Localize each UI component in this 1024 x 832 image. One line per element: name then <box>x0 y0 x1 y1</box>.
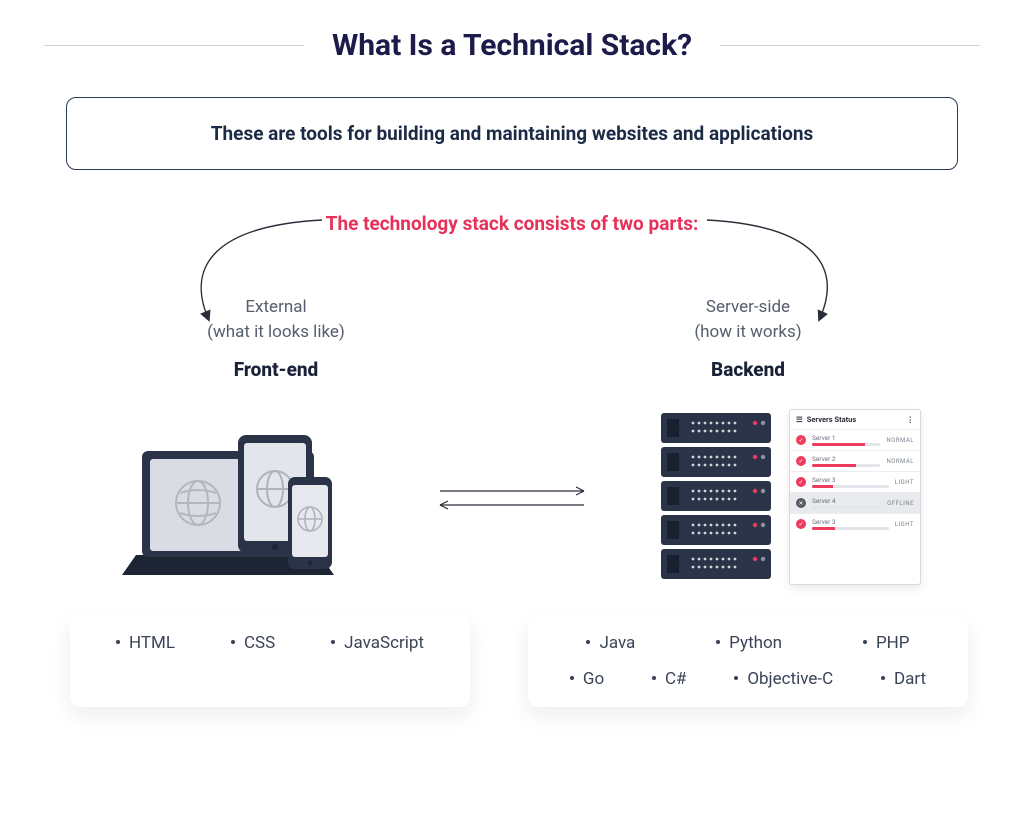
check-icon: ✓ <box>796 456 806 466</box>
server-status-row: ✓ Server 2 NORMAL <box>790 450 920 471</box>
server-rack-icon <box>657 409 775 585</box>
server-status-card: ☰ Servers Status ⋮ ✓ Server 1 NORMAL ✓ Serve… <box>789 409 921 585</box>
check-icon: ✓ <box>796 435 806 445</box>
page-title: What Is a Technical Stack? <box>332 28 692 63</box>
frontend-tech-item: HTML <box>116 633 175 653</box>
server-state: OFFLINE <box>887 500 914 507</box>
list-icon: ☰ <box>796 415 803 424</box>
server-name: Server 4 <box>812 497 881 505</box>
server-state: LIGHT <box>895 521 914 528</box>
backend-column: Server-side (how it works) Backend <box>532 295 964 381</box>
frontend-lede: External (what it looks like) <box>60 295 492 344</box>
server-state: LIGHT <box>895 479 914 486</box>
more-icon: ⋮ <box>907 415 915 424</box>
backend-tech-item: Python <box>716 633 782 653</box>
backend-illustration: ☰ Servers Status ⋮ ✓ Server 1 NORMAL ✓ Serve… <box>594 409 984 585</box>
server-name: Server 2 <box>812 455 880 463</box>
server-name: Server 1 <box>812 434 880 442</box>
server-name: Server 3 <box>812 476 889 484</box>
subhead: The technology stack consists of two par… <box>0 212 1024 235</box>
backend-lede: Server-side (how it works) <box>532 295 964 344</box>
backend-tech-panel: Java Python PHP Go C# Objective-C Dart <box>528 615 968 707</box>
frontend-tech-item: CSS <box>231 633 275 653</box>
server-status-title: Servers Status <box>807 415 857 424</box>
backend-tech-item: Go <box>570 669 604 689</box>
server-status-row: ✕ Server 4 OFFLINE <box>790 492 920 513</box>
definition-box: These are tools for building and maintai… <box>66 97 958 170</box>
title-rule-right <box>720 45 980 46</box>
backend-tech-item: C# <box>652 669 687 689</box>
server-name: Server 3 <box>812 518 889 526</box>
check-icon: ✓ <box>796 519 806 529</box>
frontend-tech-item: JavaScript <box>331 633 424 653</box>
backend-tech-item: Objective-C <box>734 669 833 689</box>
backend-title: Backend <box>532 358 964 381</box>
frontend-title: Front-end <box>60 358 492 381</box>
bidirectional-arrow-icon <box>432 477 592 517</box>
frontend-tech-panel: HTML CSS JavaScript <box>70 615 470 707</box>
server-status-row: ✓ Server 3 LIGHT <box>790 513 920 534</box>
backend-tech-item: Java <box>586 633 635 653</box>
devices-icon <box>120 407 350 587</box>
backend-tech-item: PHP <box>863 633 910 653</box>
server-state: NORMAL <box>886 437 914 444</box>
server-state: NORMAL <box>886 458 914 465</box>
backend-tech-item: Dart <box>881 669 926 689</box>
x-icon: ✕ <box>796 498 806 508</box>
check-icon: ✓ <box>796 477 806 487</box>
server-status-row: ✓ Server 1 NORMAL <box>790 429 920 450</box>
frontend-column: External (what it looks like) Front-end <box>60 295 492 381</box>
server-status-row: ✓ Server 3 LIGHT <box>790 471 920 492</box>
title-rule-left <box>44 45 304 46</box>
frontend-illustration <box>40 407 430 587</box>
